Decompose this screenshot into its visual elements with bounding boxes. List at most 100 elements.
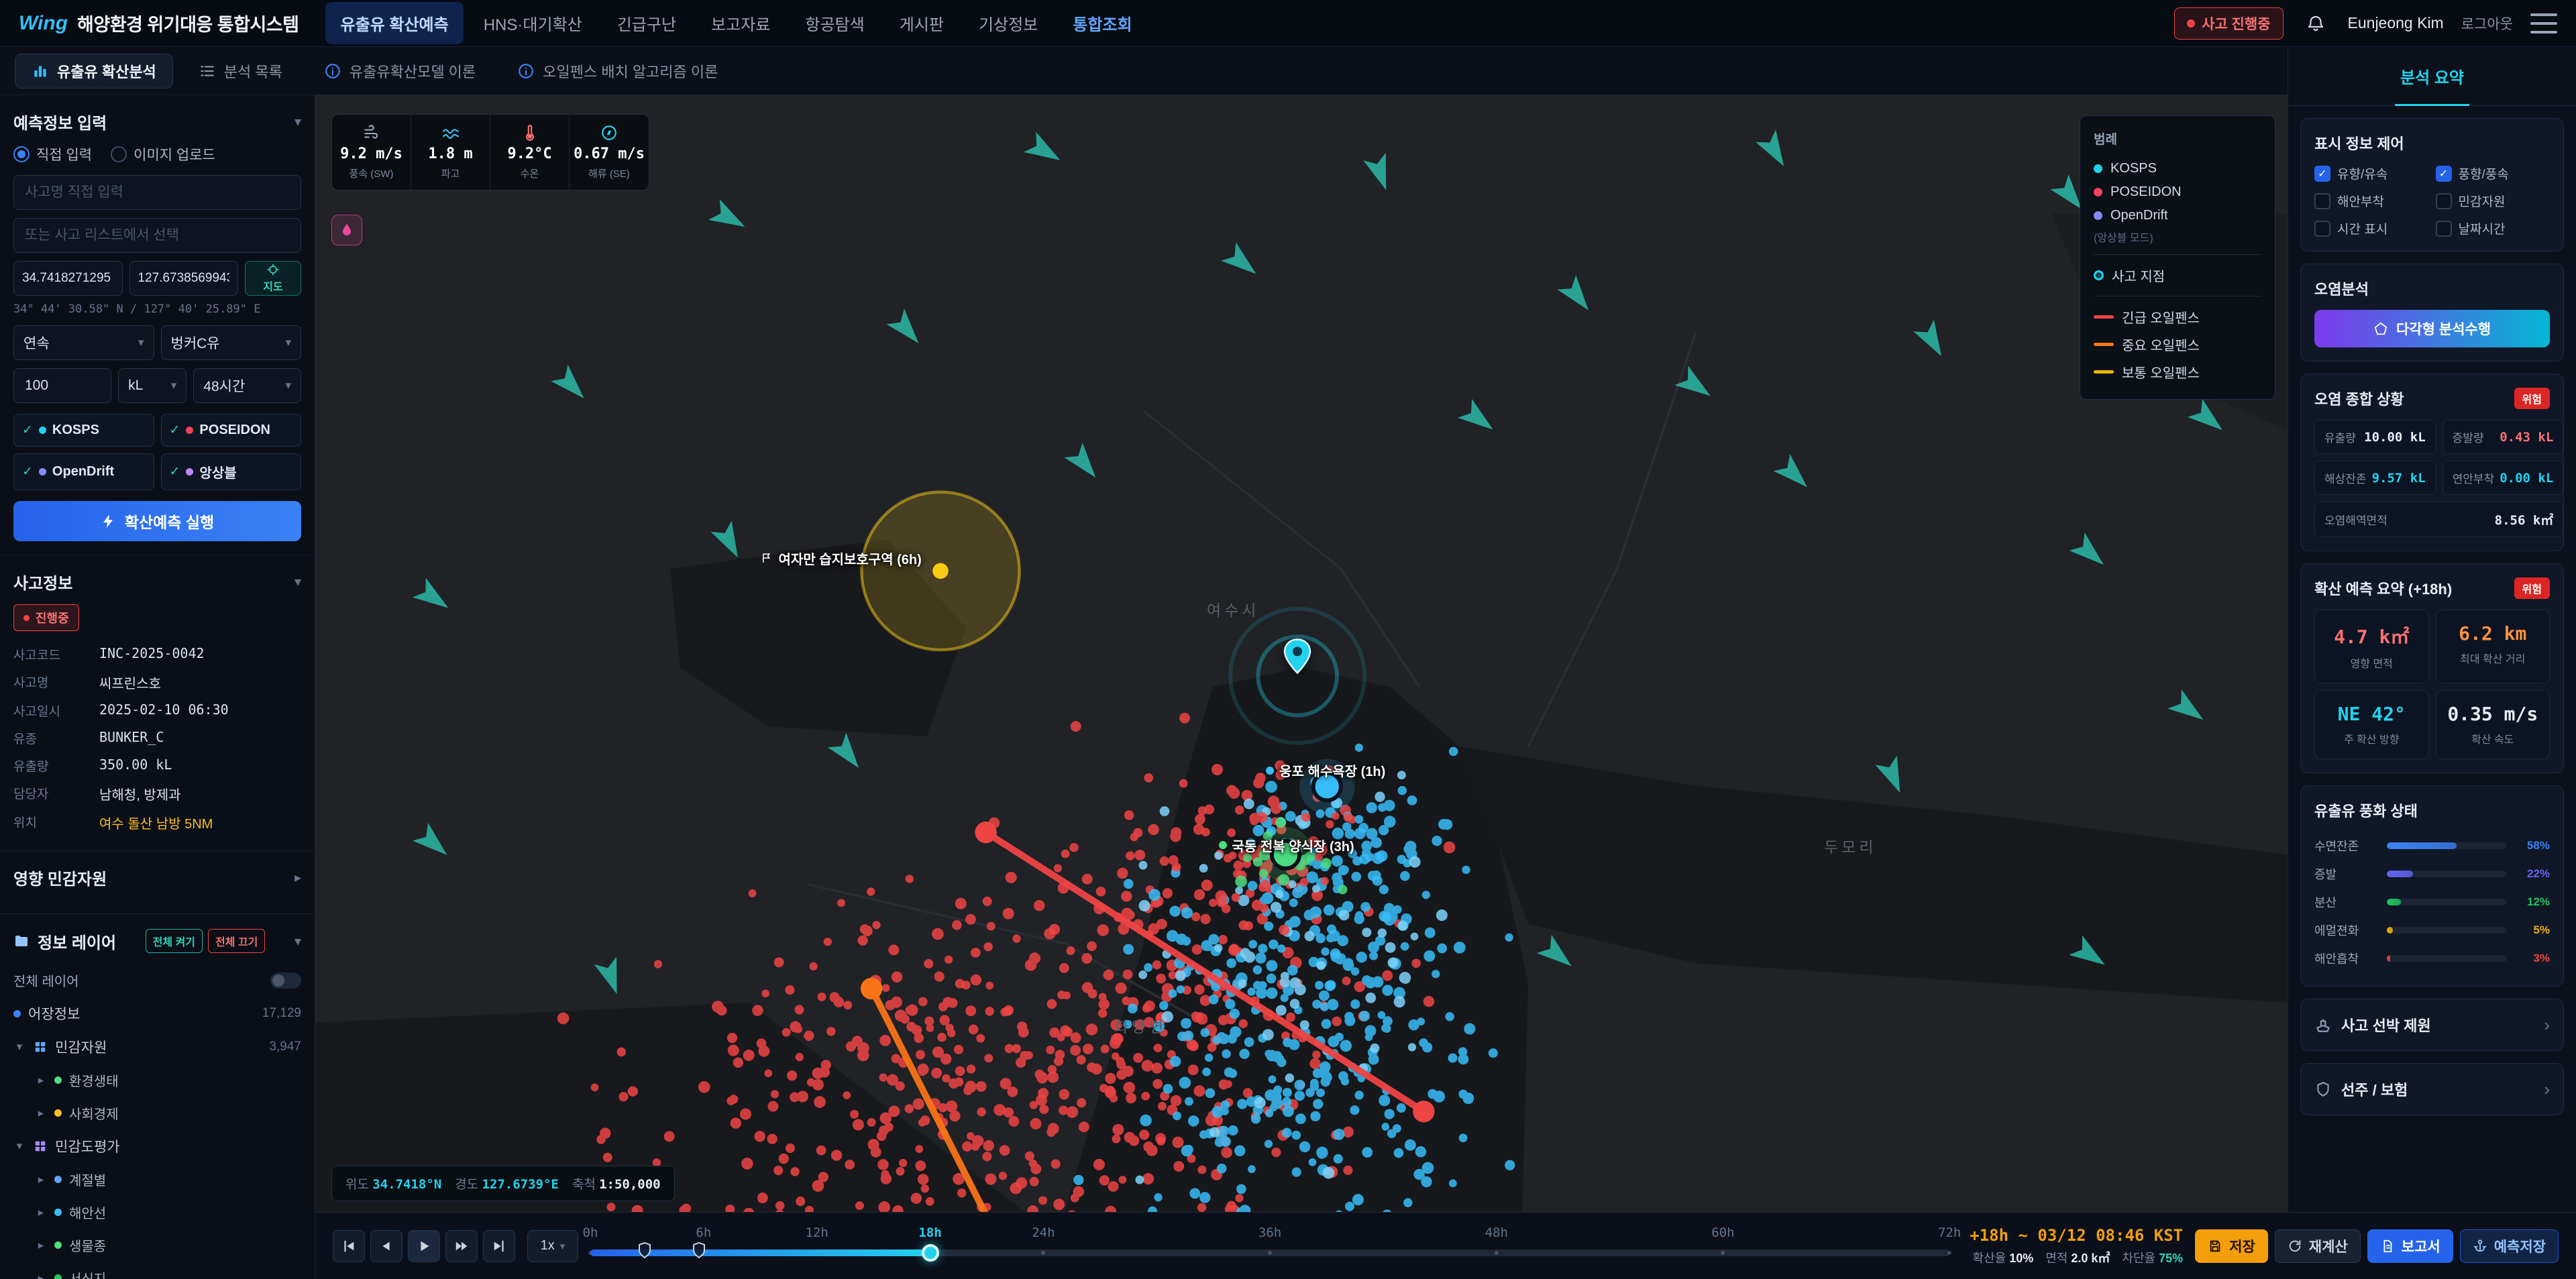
nav-item[interactable]: 긴급구난 — [602, 2, 691, 44]
display-option-checkbox[interactable]: 해안부착 — [2314, 192, 2429, 210]
collapse-chevron-icon[interactable]: ▾ — [294, 933, 301, 950]
tree-chevron-icon[interactable]: ▸ — [35, 1107, 47, 1120]
nav-item[interactable]: 항공탐색 — [790, 2, 879, 44]
collapsed-section-ship[interactable]: 사고 선박 제원› — [2300, 999, 2564, 1051]
tree-chevron-icon[interactable]: ▾ — [13, 1139, 25, 1153]
layer-count: 17,129 — [262, 1006, 301, 1021]
doc-icon — [2380, 1239, 2395, 1254]
model-toggle[interactable]: ✓OpenDrift — [13, 453, 154, 490]
fast-forward-button[interactable] — [445, 1230, 478, 1262]
forecast-value: 4.7 k㎡ — [2334, 622, 2409, 649]
map-locate-button[interactable]: 지도 — [245, 261, 301, 296]
timeline-slider[interactable] — [590, 1249, 1949, 1256]
speed-select[interactable]: 1x▾ — [527, 1230, 578, 1262]
map-canvas[interactable]: 9.2 m/s풍속 (SW)1.8 m파고9.2°C수온0.67 m/s해류 (… — [315, 95, 2288, 1212]
skip-to-start-button[interactable] — [333, 1230, 365, 1262]
display-option-checkbox[interactable]: 민감자원 — [2436, 192, 2551, 210]
nav-item[interactable]: 통합조회 — [1058, 2, 1146, 44]
incident-progress-badge: 진행중 — [13, 604, 79, 631]
layer-tree-item[interactable]: ▸해안선 — [0, 1196, 315, 1229]
refresh-action-button[interactable]: 재계산 — [2275, 1229, 2361, 1263]
tree-chevron-icon[interactable]: ▸ — [35, 1206, 47, 1219]
pollutant-layer-button[interactable] — [331, 215, 362, 245]
tab-label: 유출유확산모델 이론 — [350, 60, 476, 82]
legend-dot-icon — [2094, 164, 2102, 173]
tab-item[interactable]: 오일펜스 배치 알고리즘 이론 — [501, 54, 734, 89]
layer-tree-item[interactable]: 어장정보17,129 — [0, 997, 315, 1030]
incident-row: 위치여수 돌산 남방 5NM — [13, 808, 301, 837]
display-option-checkbox[interactable]: ✓풍향/풍속 — [2436, 164, 2551, 182]
wave-icon — [442, 124, 460, 142]
nav-item[interactable]: HNS·대기확산 — [469, 2, 597, 44]
save-action-button[interactable]: 저장 — [2195, 1229, 2268, 1263]
tree-chevron-icon[interactable]: ▸ — [35, 1272, 47, 1279]
spill-type-select[interactable]: 연속▾ — [13, 325, 154, 360]
accident-name-input[interactable] — [13, 175, 301, 210]
notification-bell-icon[interactable] — [2301, 9, 2330, 38]
incident-detail-rows: 사고코드INC-2025-0042사고명씨프린스호사고일시2025-02-10 … — [0, 641, 315, 837]
radio-direct-input[interactable]: 직접 입력 — [13, 144, 92, 164]
nav-item[interactable]: 게시판 — [885, 2, 959, 44]
tab-item[interactable]: 분석 목록 — [182, 54, 299, 89]
nav-item[interactable]: 보고자료 — [696, 2, 785, 44]
accident-list-input[interactable] — [13, 218, 301, 253]
tree-chevron-icon[interactable]: ▸ — [35, 1173, 47, 1186]
logout-button[interactable]: 로그아웃 — [2461, 13, 2513, 34]
oil-type-select[interactable]: 벙커C유▾ — [161, 325, 302, 360]
model-toggle[interactable]: ✓POSEIDON — [161, 414, 302, 447]
nav-item[interactable]: 유출유 확산예측 — [325, 2, 463, 44]
layer-tree-item[interactable]: ▸생물종 — [0, 1229, 315, 1262]
collapse-chevron-icon[interactable]: ▾ — [294, 573, 301, 590]
tab-active[interactable]: 유출유 확산분석 — [15, 54, 173, 89]
skip-to-end-button[interactable] — [483, 1230, 515, 1262]
run-prediction-button[interactable]: 확산예측 실행 — [13, 501, 301, 541]
legend-model-item: POSEIDON — [2094, 180, 2261, 204]
layer-tree-item[interactable]: ▾민감자원3,947 — [0, 1030, 315, 1064]
tree-chevron-icon[interactable]: ▸ — [35, 1239, 47, 1252]
layer-tree-item[interactable]: ▾민감도평가 — [0, 1129, 315, 1163]
display-option-checkbox[interactable]: 시간 표시 — [2314, 219, 2429, 237]
display-option-checkbox[interactable]: ✓유향/유속 — [2314, 164, 2429, 182]
layer-tree-item[interactable]: ▸계절별 — [0, 1163, 315, 1196]
display-option-checkbox[interactable]: 날짜시간 — [2436, 219, 2551, 237]
collapse-chevron-icon[interactable]: ▸ — [294, 869, 301, 886]
duration-select[interactable]: 48시간▾ — [193, 368, 301, 403]
all-layers-off-button[interactable]: 전체 끄기 — [208, 929, 265, 953]
longitude-input[interactable] — [129, 261, 239, 296]
layer-tree-item[interactable]: ▸서식지 — [0, 1262, 315, 1279]
forecast-cell: 0.35 m/s확산 속도 — [2436, 690, 2551, 759]
menu-icon[interactable] — [2530, 13, 2557, 34]
amount-input[interactable] — [13, 368, 111, 403]
playback-timeline: 1x▾ 0h6h12h18h24h36h48h60h72h +18h ~ 03/… — [315, 1212, 2576, 1279]
model-toggle[interactable]: ✓앙상블 — [161, 453, 302, 490]
timeline-event-marker[interactable] — [692, 1241, 706, 1262]
all-layers-on-button[interactable]: 전체 켜기 — [146, 929, 203, 953]
tree-chevron-icon[interactable]: ▸ — [35, 1074, 47, 1087]
tick-dot — [1041, 1251, 1045, 1255]
incident-row: 유종BUNKER_C — [13, 724, 301, 752]
polygon-analysis-button[interactable]: 다각형 분석수행 — [2314, 310, 2550, 347]
collapsed-section-shield[interactable]: 선주 / 보험› — [2300, 1063, 2564, 1115]
tree-chevron-icon[interactable]: ▾ — [13, 1040, 25, 1054]
forecast-cell: 6.2 km최대 확산 거리 — [2436, 610, 2551, 683]
tab-item[interactable]: 유출유확산모델 이론 — [308, 54, 492, 89]
nav-item[interactable]: 기상정보 — [964, 2, 1053, 44]
radio-image-upload[interactable]: 이미지 업로드 — [111, 144, 215, 164]
model-toggle[interactable]: ✓KOSPS — [13, 414, 154, 447]
unit-select[interactable]: kL▾ — [118, 368, 186, 403]
metric-value: 9.57 kL — [2372, 471, 2426, 486]
anchor-action-button[interactable]: 예측저장 — [2460, 1229, 2559, 1263]
summary-tab-header[interactable]: 분석 요약 — [2288, 47, 2576, 106]
timeline-event-marker[interactable] — [637, 1241, 652, 1262]
timeline-handle[interactable] — [922, 1244, 939, 1262]
latitude-input[interactable] — [13, 261, 123, 296]
layer-tree-item[interactable]: ▸환경생태 — [0, 1064, 315, 1097]
map-status-value: 127.6739°E — [482, 1177, 558, 1192]
previous-step-button[interactable] — [370, 1230, 402, 1262]
doc-action-button[interactable]: 보고서 — [2367, 1229, 2453, 1263]
play-button[interactable] — [408, 1230, 440, 1262]
layer-tree-item[interactable]: ▸사회경제 — [0, 1097, 315, 1129]
collapse-chevron-icon[interactable]: ▾ — [294, 113, 301, 130]
spill-point-marker[interactable] — [1283, 638, 1311, 677]
master-layer-toggle[interactable] — [270, 972, 301, 989]
